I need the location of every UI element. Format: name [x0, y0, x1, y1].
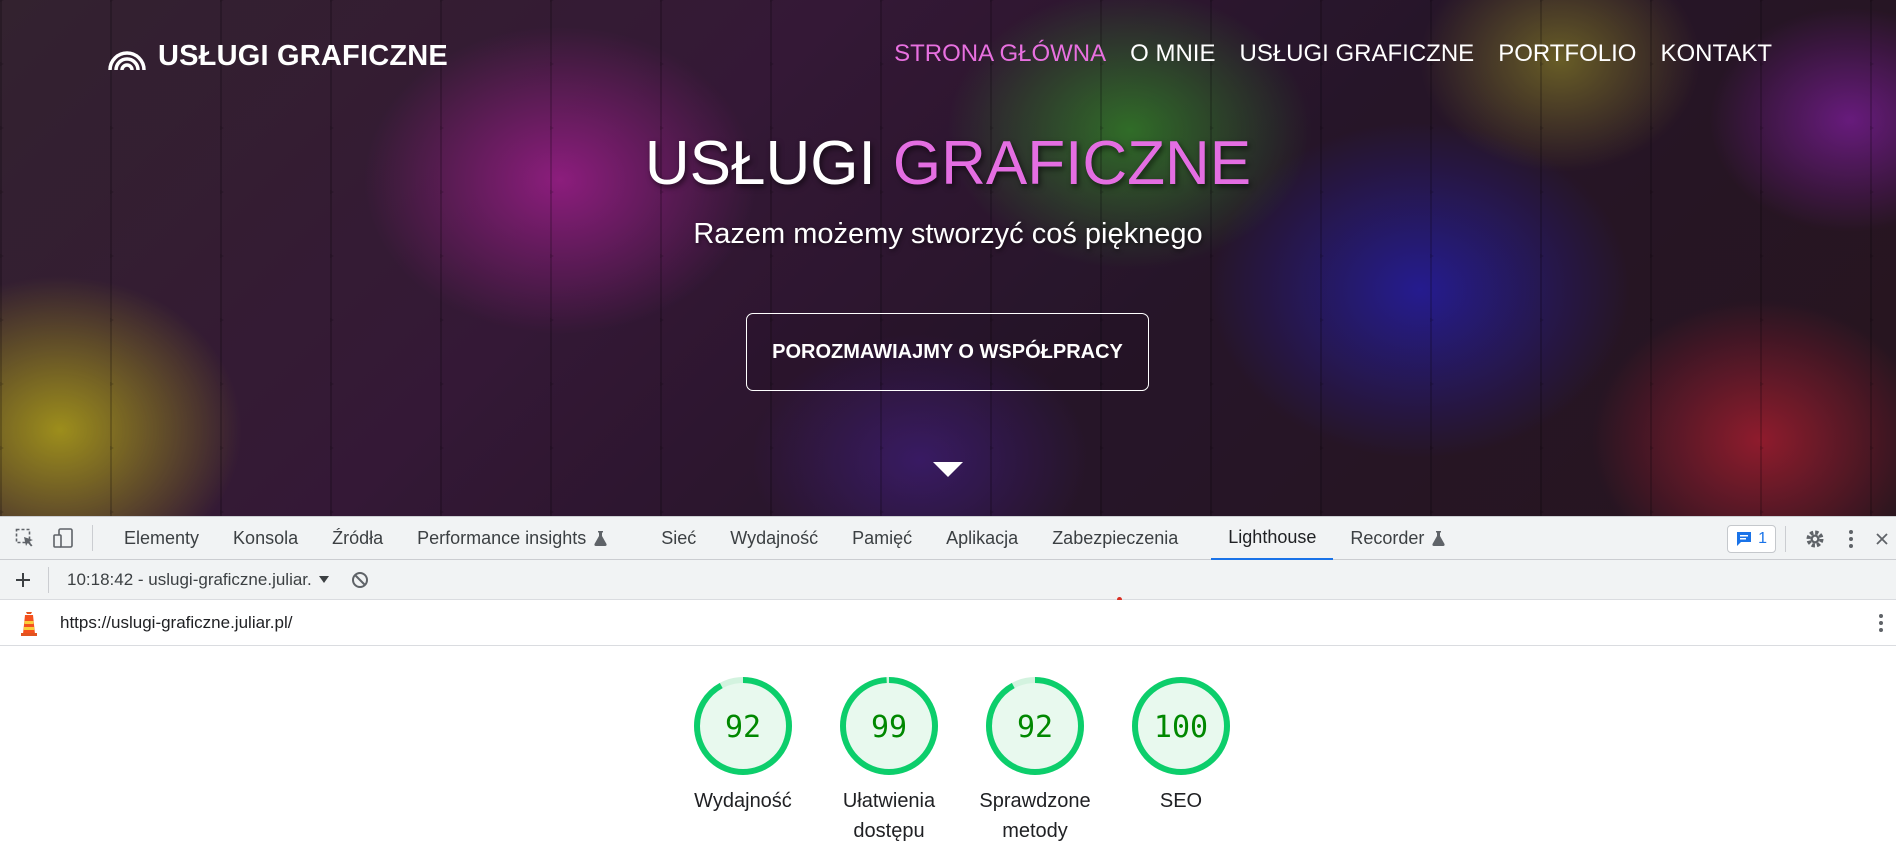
- hero-title-accent: GRAFICZNE: [892, 129, 1252, 198]
- lighthouse-scores: 92 Wydajność 99 Ułatwienia dostępu 92 Sp…: [670, 676, 1254, 846]
- tab-security[interactable]: Zabezpieczenia: [1035, 516, 1195, 560]
- tab-elements[interactable]: Elementy: [107, 516, 216, 560]
- score-gauge-seo[interactable]: 100 SEO: [1108, 676, 1254, 846]
- nav-item-contact[interactable]: KONTAKT: [1660, 40, 1772, 68]
- gauge-ring: 92: [986, 677, 1084, 775]
- issues-count: 1: [1758, 530, 1767, 547]
- main-nav: STRONA GŁÓWNA O MNIE USŁUGI GRAFICZNE PO…: [894, 40, 1772, 68]
- score-value: 92: [725, 710, 761, 745]
- hero-title-main: USŁUGI: [644, 129, 876, 198]
- close-devtools-icon[interactable]: [1872, 524, 1892, 554]
- device-toolbar-icon[interactable]: [48, 523, 78, 553]
- lighthouse-toolbar: 10:18:42 - uslugi-graficzne.juliar.pl: [0, 560, 1896, 600]
- new-report-plus-icon[interactable]: [8, 565, 38, 595]
- score-label: Ułatwienia dostępu: [842, 790, 936, 842]
- rainbow-logo-icon: [108, 50, 146, 70]
- clear-all-icon[interactable]: [345, 565, 375, 595]
- report-selector[interactable]: 10:18:42 - uslugi-graficzne.juliar.pl: [67, 570, 335, 590]
- nav-item-home[interactable]: STRONA GŁÓWNA: [894, 40, 1106, 68]
- experiment-flask-icon: [594, 530, 607, 546]
- score-label: Wydajność: [694, 790, 792, 812]
- tab-application[interactable]: Aplikacja: [929, 516, 1035, 560]
- score-value: 100: [1154, 710, 1208, 745]
- report-menu-icon[interactable]: [1866, 608, 1896, 638]
- gauge-ring: 99: [840, 677, 938, 775]
- tab-lighthouse[interactable]: Lighthouse: [1211, 516, 1334, 560]
- hero-subtitle: Razem możemy stworzyć coś pięknego: [693, 218, 1203, 250]
- report-selector-value: 10:18:42 - uslugi-graficzne.juliar.pl: [67, 569, 311, 589]
- score-gauge-performance[interactable]: 92 Wydajność: [670, 676, 816, 846]
- score-gauge-accessibility[interactable]: 99 Ułatwienia dostępu: [816, 676, 962, 846]
- score-label: Sprawdzone metody: [979, 790, 1091, 842]
- message-icon: [1737, 532, 1752, 546]
- gauge-ring: 92: [694, 677, 792, 775]
- experiment-flask-icon: [1432, 530, 1445, 546]
- site-logo[interactable]: USŁUGI GRAFICZNE: [108, 40, 448, 73]
- logo-text: USŁUGI GRAFICZNE: [158, 40, 448, 72]
- tab-console[interactable]: Konsola: [216, 516, 315, 560]
- more-options-icon[interactable]: [1836, 524, 1866, 554]
- report-url-bar: https://uslugi-graficzne.juliar.pl/: [0, 600, 1896, 646]
- score-gauge-best-practices[interactable]: 92 Sprawdzone metody: [962, 676, 1108, 846]
- tab-sources[interactable]: Źródła: [315, 516, 400, 560]
- score-label: SEO: [1159, 790, 1203, 812]
- settings-gear-icon[interactable]: [1800, 524, 1830, 554]
- scroll-down-icon[interactable]: [933, 460, 963, 478]
- nav-item-services[interactable]: USŁUGI GRAFICZNE: [1239, 40, 1474, 68]
- dropdown-caret-icon: [319, 575, 329, 583]
- inspect-element-icon[interactable]: [10, 523, 40, 553]
- tab-performance-insights[interactable]: Performance insights: [400, 516, 624, 560]
- nav-item-about[interactable]: O MNIE: [1130, 40, 1215, 68]
- tab-recorder[interactable]: Recorder: [1333, 516, 1462, 560]
- score-value: 99: [871, 710, 907, 745]
- tab-memory[interactable]: Pamięć: [835, 516, 929, 560]
- report-url[interactable]: https://uslugi-graficzne.juliar.pl/: [60, 613, 292, 633]
- contact-cta-button[interactable]: POROZMAWIAJMY O WSPÓŁPRACY: [746, 313, 1149, 391]
- score-value: 92: [1017, 710, 1053, 745]
- devtools-tabbar: Elementy Konsola Źródła Performance insi…: [0, 516, 1896, 560]
- tab-performance[interactable]: Wydajność: [713, 516, 835, 560]
- issues-badge[interactable]: 1: [1727, 525, 1776, 553]
- hero-section: USŁUGI GRAFICZNE STRONA GŁÓWNA O MNIE US…: [0, 0, 1896, 516]
- tab-network[interactable]: Sieć: [644, 516, 713, 560]
- nav-item-portfolio[interactable]: PORTFOLIO: [1498, 40, 1636, 68]
- hero-title: USŁUGI GRAFICZNE: [0, 128, 1896, 199]
- lighthouse-icon: [14, 608, 44, 638]
- gauge-ring: 100: [1132, 677, 1230, 775]
